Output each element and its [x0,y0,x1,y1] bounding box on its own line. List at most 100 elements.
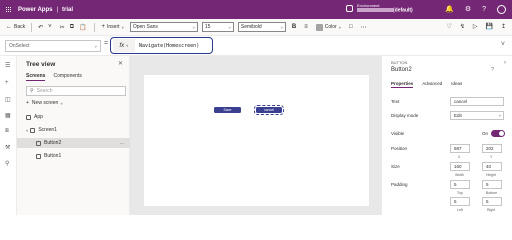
save-icon[interactable]: 💾 [485,23,492,30]
formula-input[interactable]: fx ˅ Navigate(Homescreen) [110,37,213,54]
help-icon[interactable]: ? [491,67,494,73]
paste-button[interactable]: 📋 [79,24,88,31]
control-type: BUTTON [391,60,408,65]
insert-button[interactable]: + Insert ˅ [101,24,125,30]
variables-icon[interactable]: ⧈ [5,128,9,135]
padding-right-input[interactable]: 5 [482,197,502,206]
tab-advanced[interactable]: Advanced [422,81,442,88]
canvas-area: Save cancel [130,56,381,215]
color-picker[interactable]: Color ˅ [315,23,343,31]
text-field[interactable]: cancel [450,97,504,106]
search-input[interactable]: ⚲ Search [26,86,126,96]
tree-item-button1[interactable]: Button1 [17,151,130,161]
app-checker-icon[interactable]: ♡ [446,23,451,30]
tree-view-icon[interactable]: ☰ [5,62,10,69]
padding-left-sub: Left [457,208,463,212]
padding-left-input[interactable]: 5 [450,197,470,206]
chevron-right-icon[interactable]: › [504,60,506,66]
tab-properties[interactable]: Properties [391,81,414,88]
tools-icon[interactable]: ⚒ [5,144,10,151]
width-input[interactable]: 160 [450,162,470,171]
preview-icon[interactable]: ▷ [473,23,478,30]
search-placeholder: Search [36,88,53,94]
insert-rail-icon[interactable]: + [5,80,9,86]
visible-toggle[interactable] [491,130,506,137]
tab-ideas[interactable]: Ideas [451,81,462,88]
control-name[interactable]: Button2 [391,67,412,73]
search-rail-icon[interactable]: ⚲ [5,160,9,167]
position-y-input[interactable]: 202 [482,144,502,153]
cancel-button[interactable]: cancel [254,105,284,115]
command-bar: ← Back ↶ ˅ ✂ ⧉ 📋 + Insert ˅ Open Sans ˅ … [0,19,512,36]
position-x-input[interactable]: 687 [450,144,470,153]
media-icon[interactable]: ▦ [5,112,11,119]
formula-text[interactable]: Navigate(Homescreen) [139,43,199,49]
more-button[interactable]: ⋯ [361,24,369,31]
tab-components[interactable]: Components [53,73,81,81]
font-dropdown[interactable]: Open Sans ˅ [129,22,198,32]
chevron-down-icon: ˅ [126,43,129,48]
width-sub: Width [455,173,464,177]
save-button[interactable]: Save [214,107,241,113]
border-button[interactable]: □ [349,24,355,30]
align-icon: ≡ [304,24,308,30]
share-icon[interactable]: ↯ [460,23,465,30]
cut-button[interactable]: ✂ [60,24,67,31]
position-label: Position [391,146,408,151]
height-input[interactable]: 40 [482,162,502,171]
padding-bottom-input[interactable]: 5 [482,180,502,189]
formula-bar: OnSelect ˅ = fx ˅ Navigate(Homescreen) ˅ [0,36,512,56]
screen-canvas[interactable]: Save cancel [144,75,369,206]
redo-button[interactable]: ˅ [48,24,54,30]
back-button[interactable]: ← Back [6,24,25,30]
gear-icon[interactable]: ⚙ [465,6,471,14]
expand-formula-icon[interactable]: ˅ [501,41,505,48]
tree-item-button2[interactable]: Button2 ... [17,138,130,148]
visible-label: Visible [391,131,405,136]
more-icon[interactable]: ... [120,140,124,146]
new-screen-button[interactable]: + New screen ˅ [26,100,63,106]
tab-screens[interactable]: Screens [26,73,46,81]
avatar[interactable] [497,5,506,14]
divider [94,22,96,32]
undo-icon: ↶ [38,24,44,31]
fx-button[interactable]: fx ˅ [113,39,135,52]
waffle-icon[interactable] [6,6,12,13]
font-size-dropdown[interactable]: 15 ˅ [201,22,234,32]
position-y-sub: Y [490,155,493,159]
align-button[interactable]: ≡ [304,24,310,30]
visible-value: On [482,131,489,136]
font-weight-dropdown[interactable]: Semibold ˅ [237,22,286,32]
property-dropdown[interactable]: OnSelect ˅ [5,40,101,52]
paste-icon: 📋 [79,24,87,31]
tree-item-screen1[interactable]: ˅ Screen1 [17,125,130,135]
display-mode-dropdown[interactable]: Edit ˅ [450,111,504,120]
close-icon[interactable]: ✕ [118,60,123,67]
position-x-sub: X [458,155,461,159]
copy-button[interactable]: ⧉ [70,24,76,31]
bell-icon[interactable]: 🔔 [445,6,454,14]
app-name[interactable]: Power Apps [18,7,52,13]
environment-icon [346,4,353,12]
tree-item-label: App [34,114,43,120]
tree-item-label: Button1 [44,153,62,159]
back-label: Back [14,24,26,30]
help-icon[interactable]: ? [482,6,486,14]
font-value: Open Sans [132,24,158,30]
padding-top-input[interactable]: 5 [450,180,470,189]
bold-icon: B [291,24,297,30]
position-y-value: 202 [486,146,494,151]
bold-button[interactable]: B [292,24,298,30]
data-icon[interactable]: ◫ [5,96,11,103]
search-icon: ⚲ [30,88,34,94]
display-mode-value: Edit [454,113,462,118]
text-label: Text [391,99,400,104]
chevron-down-icon: ˅ [280,24,283,30]
environment-picker[interactable]: Environment (default) [346,3,413,13]
undo-button[interactable]: ↶ [38,24,45,31]
tree-item-app[interactable]: App [17,112,130,122]
equals-sign: = [104,40,109,47]
chevron-down-icon: ˅ [48,24,52,30]
back-arrow-icon: ← [6,24,12,30]
publish-icon[interactable]: ↥ [501,23,506,30]
